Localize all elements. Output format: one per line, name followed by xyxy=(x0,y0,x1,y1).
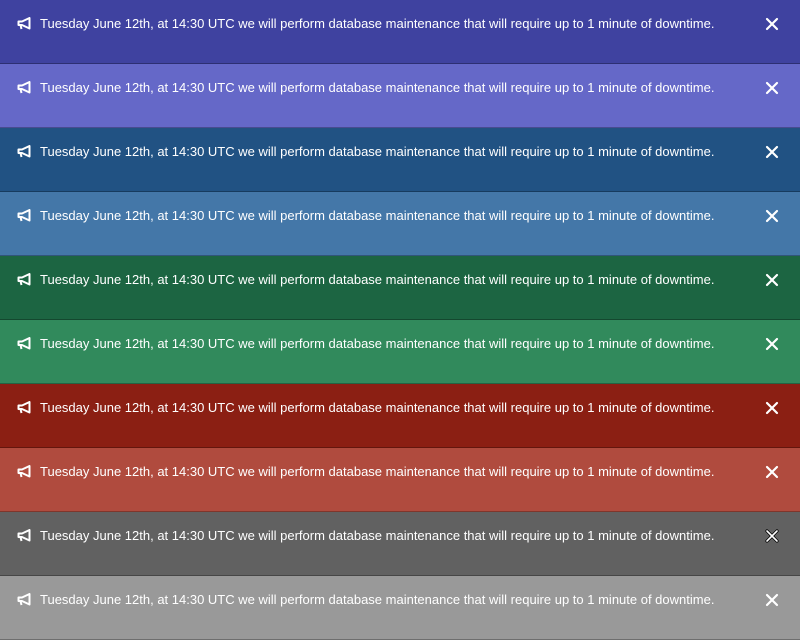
banner-message: Tuesday June 12th, at 14:30 UTC we will … xyxy=(40,144,715,159)
announcement-banner: Tuesday June 12th, at 14:30 UTC we will … xyxy=(0,384,800,448)
close-icon[interactable] xyxy=(763,463,781,481)
megaphone-icon xyxy=(17,209,32,222)
close-icon[interactable] xyxy=(763,15,781,33)
announcement-banner: Tuesday June 12th, at 14:30 UTC we will … xyxy=(0,192,800,256)
close-icon[interactable] xyxy=(763,527,781,545)
banner-message: Tuesday June 12th, at 14:30 UTC we will … xyxy=(40,336,715,351)
announcement-banner: Tuesday June 12th, at 14:30 UTC we will … xyxy=(0,512,800,576)
banner-message: Tuesday June 12th, at 14:30 UTC we will … xyxy=(40,16,715,31)
announcement-banner: Tuesday June 12th, at 14:30 UTC we will … xyxy=(0,0,800,64)
announcement-banner: Tuesday June 12th, at 14:30 UTC we will … xyxy=(0,320,800,384)
megaphone-icon xyxy=(17,145,32,158)
banner-message: Tuesday June 12th, at 14:30 UTC we will … xyxy=(40,528,715,543)
banner-message: Tuesday June 12th, at 14:30 UTC we will … xyxy=(40,208,715,223)
close-icon[interactable] xyxy=(763,207,781,225)
banner-message: Tuesday June 12th, at 14:30 UTC we will … xyxy=(40,464,715,479)
megaphone-icon xyxy=(17,465,32,478)
megaphone-icon xyxy=(17,593,32,606)
close-icon[interactable] xyxy=(763,143,781,161)
announcement-banner: Tuesday June 12th, at 14:30 UTC we will … xyxy=(0,576,800,640)
banner-message: Tuesday June 12th, at 14:30 UTC we will … xyxy=(40,80,715,95)
megaphone-icon xyxy=(17,337,32,350)
banner-message: Tuesday June 12th, at 14:30 UTC we will … xyxy=(40,400,715,415)
announcement-banner: Tuesday June 12th, at 14:30 UTC we will … xyxy=(0,128,800,192)
announcement-banner: Tuesday June 12th, at 14:30 UTC we will … xyxy=(0,64,800,128)
close-icon[interactable] xyxy=(763,399,781,417)
banner-message: Tuesday June 12th, at 14:30 UTC we will … xyxy=(40,272,715,287)
megaphone-icon xyxy=(17,273,32,286)
announcement-banner: Tuesday June 12th, at 14:30 UTC we will … xyxy=(0,256,800,320)
megaphone-icon xyxy=(17,529,32,542)
megaphone-icon xyxy=(17,401,32,414)
banner-list: Tuesday June 12th, at 14:30 UTC we will … xyxy=(0,0,800,640)
close-icon[interactable] xyxy=(763,79,781,97)
close-icon[interactable] xyxy=(763,271,781,289)
megaphone-icon xyxy=(17,81,32,94)
megaphone-icon xyxy=(17,17,32,30)
close-icon[interactable] xyxy=(763,335,781,353)
close-icon[interactable] xyxy=(763,591,781,609)
announcement-banner: Tuesday June 12th, at 14:30 UTC we will … xyxy=(0,448,800,512)
banner-message: Tuesday June 12th, at 14:30 UTC we will … xyxy=(40,592,715,607)
